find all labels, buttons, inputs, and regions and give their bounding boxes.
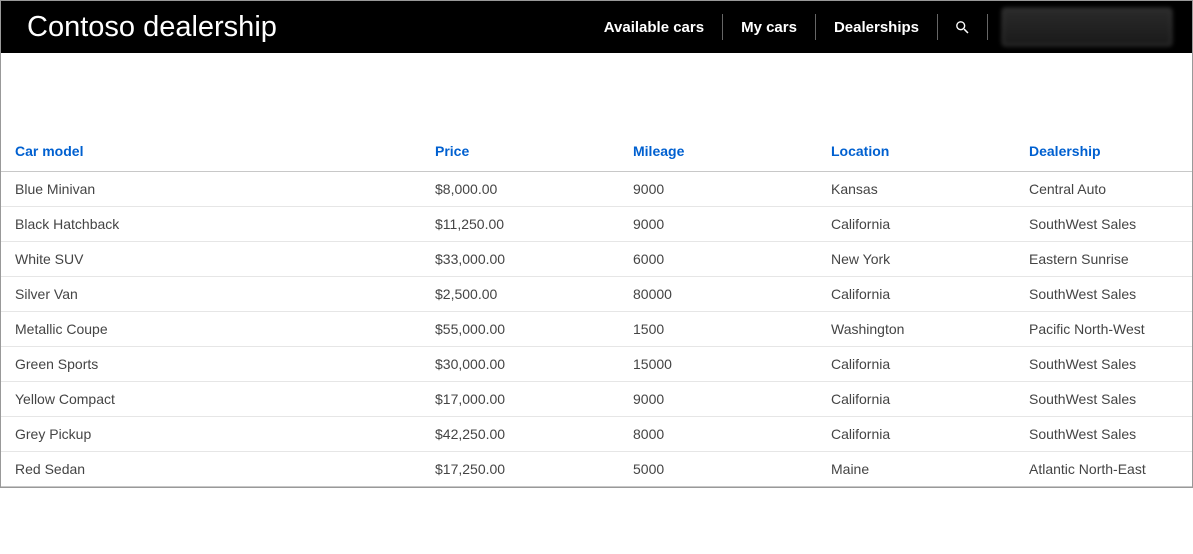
cell-dealership: SouthWest Sales xyxy=(1015,207,1192,242)
cell-price: $30,000.00 xyxy=(421,347,619,382)
table-row[interactable]: Yellow Compact$17,000.009000CaliforniaSo… xyxy=(1,382,1192,417)
cell-car-model: Green Sports xyxy=(1,347,421,382)
table-row[interactable]: White SUV$33,000.006000New YorkEastern S… xyxy=(1,242,1192,277)
cell-dealership: SouthWest Sales xyxy=(1015,382,1192,417)
cell-mileage: 80000 xyxy=(619,277,817,312)
cell-location: California xyxy=(817,417,1015,452)
table-row[interactable]: Red Sedan$17,250.005000MaineAtlantic Nor… xyxy=(1,452,1192,487)
user-menu[interactable] xyxy=(1002,8,1172,46)
cell-mileage: 6000 xyxy=(619,242,817,277)
cell-price: $2,500.00 xyxy=(421,277,619,312)
cell-car-model: Yellow Compact xyxy=(1,382,421,417)
cell-location: California xyxy=(817,347,1015,382)
cell-dealership: SouthWest Sales xyxy=(1015,347,1192,382)
cell-location: California xyxy=(817,277,1015,312)
cell-price: $17,000.00 xyxy=(421,382,619,417)
cell-dealership: Atlantic North-East xyxy=(1015,452,1192,487)
table-row[interactable]: Black Hatchback$11,250.009000CaliforniaS… xyxy=(1,207,1192,242)
cell-car-model: Grey Pickup xyxy=(1,417,421,452)
nav-my-cars[interactable]: My cars xyxy=(723,14,816,40)
nav-dealerships[interactable]: Dealerships xyxy=(816,14,938,40)
cell-location: New York xyxy=(817,242,1015,277)
brand-title: Contoso dealership xyxy=(27,11,277,44)
cell-price: $8,000.00 xyxy=(421,172,619,207)
cell-price: $42,250.00 xyxy=(421,417,619,452)
cell-location: Maine xyxy=(817,452,1015,487)
top-bar: Contoso dealership Available cars My car… xyxy=(1,1,1192,53)
table-row[interactable]: Grey Pickup$42,250.008000CaliforniaSouth… xyxy=(1,417,1192,452)
cell-price: $33,000.00 xyxy=(421,242,619,277)
cell-dealership: Pacific North-West xyxy=(1015,312,1192,347)
cell-location: Kansas xyxy=(817,172,1015,207)
cell-location: California xyxy=(817,382,1015,417)
cell-mileage: 9000 xyxy=(619,382,817,417)
cell-car-model: Silver Van xyxy=(1,277,421,312)
cars-table: Car model Price Mileage Location Dealers… xyxy=(1,133,1192,487)
cell-price: $11,250.00 xyxy=(421,207,619,242)
page: Contoso dealership Available cars My car… xyxy=(0,0,1193,488)
cell-mileage: 1500 xyxy=(619,312,817,347)
cell-mileage: 9000 xyxy=(619,172,817,207)
col-header-dealership[interactable]: Dealership xyxy=(1015,133,1192,172)
nav-search[interactable] xyxy=(938,14,988,40)
table-row[interactable]: Blue Minivan$8,000.009000KansasCentral A… xyxy=(1,172,1192,207)
cell-dealership: SouthWest Sales xyxy=(1015,417,1192,452)
top-nav: Available cars My cars Dealerships xyxy=(586,1,1172,53)
cell-mileage: 9000 xyxy=(619,207,817,242)
cell-dealership: Central Auto xyxy=(1015,172,1192,207)
cell-price: $17,250.00 xyxy=(421,452,619,487)
cell-dealership: SouthWest Sales xyxy=(1015,277,1192,312)
cell-location: California xyxy=(817,207,1015,242)
table-row[interactable]: Metallic Coupe$55,000.001500WashingtonPa… xyxy=(1,312,1192,347)
cell-location: Washington xyxy=(817,312,1015,347)
col-header-price[interactable]: Price xyxy=(421,133,619,172)
cell-car-model: Red Sedan xyxy=(1,452,421,487)
content-area: Car model Price Mileage Location Dealers… xyxy=(1,53,1192,487)
cell-mileage: 5000 xyxy=(619,452,817,487)
col-header-mileage[interactable]: Mileage xyxy=(619,133,817,172)
cell-car-model: Black Hatchback xyxy=(1,207,421,242)
cell-dealership: Eastern Sunrise xyxy=(1015,242,1192,277)
table-row[interactable]: Silver Van$2,500.0080000CaliforniaSouthW… xyxy=(1,277,1192,312)
table-header-row: Car model Price Mileage Location Dealers… xyxy=(1,133,1192,172)
cell-car-model: White SUV xyxy=(1,242,421,277)
search-icon xyxy=(954,19,971,36)
cell-mileage: 8000 xyxy=(619,417,817,452)
cell-car-model: Blue Minivan xyxy=(1,172,421,207)
cell-mileage: 15000 xyxy=(619,347,817,382)
cell-price: $55,000.00 xyxy=(421,312,619,347)
table-row[interactable]: Green Sports$30,000.0015000CaliforniaSou… xyxy=(1,347,1192,382)
col-header-car-model[interactable]: Car model xyxy=(1,133,421,172)
cell-car-model: Metallic Coupe xyxy=(1,312,421,347)
col-header-location[interactable]: Location xyxy=(817,133,1015,172)
nav-available-cars[interactable]: Available cars xyxy=(586,14,723,40)
